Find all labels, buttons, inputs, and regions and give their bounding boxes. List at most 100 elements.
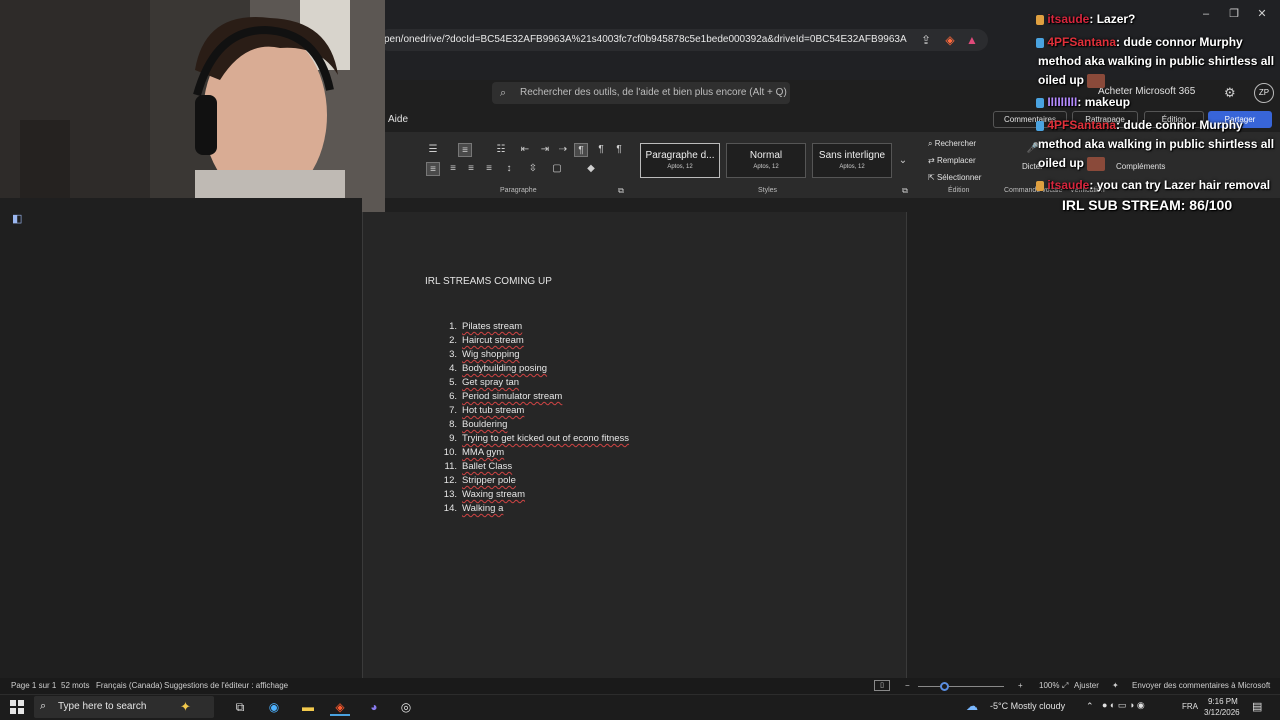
task-view-icon[interactable]: ⧉ <box>230 698 250 716</box>
list-text[interactable]: Haircut stream <box>462 335 524 346</box>
list-item[interactable]: 10. MMA gym <box>440 446 629 460</box>
borders-icon[interactable]: ▢ <box>550 162 564 176</box>
input-language[interactable]: FRA <box>1182 702 1198 711</box>
paragraph-dialog-launcher-icon[interactable]: ⧉ <box>614 184 628 198</box>
list-item[interactable]: 5. Get spray tan <box>440 376 629 390</box>
clock-date[interactable]: 3/12/2026 <box>1204 708 1240 717</box>
list-text[interactable]: Walking a <box>462 503 503 514</box>
list-text[interactable]: Bodybuilding posing <box>462 363 547 374</box>
brave-shield-icon[interactable]: ◈ <box>942 32 958 48</box>
view-mode-icon[interactable]: ▯ <box>874 680 890 691</box>
align-right-icon[interactable]: ≡ <box>464 162 478 176</box>
windows-start-icon[interactable] <box>10 700 24 714</box>
brave-rewards-icon[interactable]: ▲ <box>964 32 980 48</box>
clock-time[interactable]: 9:16 PM <box>1208 697 1238 706</box>
close-icon[interactable]: ✕ <box>1252 6 1272 22</box>
style-normal[interactable]: Normal Aptos, 12 <box>726 143 806 178</box>
list-item[interactable]: 1. Pilates stream <box>440 320 629 334</box>
language-status[interactable]: Français (Canada) <box>96 681 162 690</box>
list-item[interactable]: 6. Period simulator stream <box>440 390 629 404</box>
ltr-icon[interactable]: ⇢ <box>556 143 570 157</box>
select-button[interactable]: ⇱ Sélectionner <box>928 173 981 182</box>
find-button[interactable]: ⌕ Rechercher <box>928 139 976 149</box>
zoom-in-icon[interactable]: + <box>1018 681 1023 690</box>
align-left-icon[interactable]: ≡ <box>426 162 440 176</box>
obs-icon[interactable]: ◎ <box>396 698 416 716</box>
fit-button[interactable]: Ajuster <box>1074 681 1099 690</box>
align-center-icon[interactable]: ≡ <box>446 162 460 176</box>
numbering-icon[interactable]: ≡ <box>458 143 472 157</box>
maximize-icon[interactable]: ❐ <box>1224 6 1244 22</box>
style-heading[interactable]: Paragraphe d... Aptos, 12 <box>640 143 720 178</box>
list-text[interactable]: Bouldering <box>462 419 507 430</box>
fit-icon[interactable]: ⤢ <box>1062 681 1068 691</box>
zoom-slider[interactable] <box>918 686 1004 687</box>
bullets-icon[interactable]: ☰ <box>426 143 440 157</box>
styles-expand-icon[interactable]: ⌄ <box>896 154 910 168</box>
paragraph-spacing-icon[interactable]: ⇳ <box>526 162 540 176</box>
list-text[interactable]: Wig shopping <box>462 349 520 360</box>
zoom-out-icon[interactable]: − <box>905 681 910 690</box>
list-item[interactable]: 12. Stripper pole <box>440 474 629 488</box>
list-text[interactable]: Ballet Class <box>462 461 512 472</box>
pilcrow-icon[interactable]: ¶ <box>612 143 626 157</box>
sparkle-icon[interactable]: ✦ <box>180 699 191 715</box>
list-item[interactable]: 8. Bouldering <box>440 418 629 432</box>
word-count[interactable]: 52 mots <box>61 681 89 690</box>
search-input[interactable]: Rechercher des outils, de l'aide et bien… <box>492 82 790 104</box>
list-item[interactable]: 7. Hot tub stream <box>440 404 629 418</box>
left-pane <box>0 198 362 676</box>
justify-icon[interactable]: ≡ <box>482 162 496 176</box>
increase-indent-icon[interactable]: ⇥ <box>538 143 552 157</box>
avatar[interactable]: ZP <box>1254 83 1274 103</box>
list-item[interactable]: 3. Wig shopping <box>440 348 629 362</box>
address-bar[interactable]: pen/onedrive/?docId=BC54E32AFB9963A%21s4… <box>378 29 988 51</box>
show-marks-icon[interactable]: ¶ <box>574 143 588 157</box>
list-text[interactable]: Trying to get kicked out of econo fitnes… <box>462 433 629 444</box>
zoom-level[interactable]: 100% <box>1039 681 1059 690</box>
styles-dialog-launcher-icon[interactable]: ⧉ <box>898 184 912 198</box>
list-text[interactable]: MMA gym <box>462 447 504 458</box>
list-item[interactable]: 4. Bodybuilding posing <box>440 362 629 376</box>
list-text[interactable]: Get spray tan <box>462 377 519 388</box>
line-spacing-icon[interactable]: ↕ <box>502 162 516 176</box>
list-text[interactable]: Stripper pole <box>462 475 516 486</box>
chat-message-cont: oiled up <box>1038 73 1106 88</box>
list-text[interactable]: Period simulator stream <box>462 391 562 402</box>
minimize-icon[interactable]: – <box>1196 6 1216 22</box>
notification-icon[interactable]: ▤ <box>1252 700 1262 713</box>
list-text[interactable]: Waxing stream <box>462 489 525 500</box>
tray-icons[interactable]: ● ◐ ▭ ◑ ◉ <box>1102 700 1145 711</box>
replace-button[interactable]: ⇄ Remplacer <box>928 156 976 165</box>
editor-suggestions[interactable]: Suggestions de l'éditeur : affichage <box>164 681 288 690</box>
shading-icon[interactable]: ◆ <box>584 162 598 176</box>
copilot-icon[interactable]: ◉ <box>264 698 284 716</box>
discord-icon[interactable]: ◕ <box>364 698 384 716</box>
addins-button[interactable]: Compléments <box>1116 162 1165 171</box>
decrease-indent-icon[interactable]: ⇤ <box>518 143 532 157</box>
multilevel-list-icon[interactable]: ☷ <box>494 143 508 157</box>
gear-icon[interactable]: ⚙ <box>1224 85 1236 101</box>
list-item[interactable]: 11. Ballet Class <box>440 460 629 474</box>
rtl-icon[interactable]: ¶ <box>594 143 608 157</box>
list-text[interactable]: Hot tub stream <box>462 405 524 416</box>
chevron-up-icon[interactable]: ⌃ <box>1086 701 1094 712</box>
editing-group-label: Édition <box>948 187 970 194</box>
zoom-slider-thumb[interactable] <box>940 682 949 691</box>
tab-aide[interactable]: Aide <box>388 114 408 125</box>
numbered-list[interactable]: 1. Pilates stream 2. Haircut stream 3. Wig sh… <box>440 320 629 516</box>
list-item[interactable]: 14. Walking a <box>440 502 629 516</box>
feedback-link[interactable]: Envoyer des commentaires à Microsoft <box>1132 681 1270 690</box>
list-item[interactable]: 13. Waxing stream <box>440 488 629 502</box>
document-heading[interactable]: IRL STREAMS COMING UP <box>425 276 552 287</box>
list-item[interactable]: 2. Haircut stream <box>440 334 629 348</box>
file-explorer-icon[interactable]: ▬ <box>298 698 318 716</box>
share-page-icon[interactable]: ⇪ <box>918 32 934 48</box>
list-text[interactable]: Pilates stream <box>462 321 522 332</box>
page-count[interactable]: Page 1 sur 1 <box>11 681 56 690</box>
navigation-pane-icon[interactable]: ◧ <box>12 212 22 225</box>
style-no-spacing[interactable]: Sans interligne Aptos, 12 <box>812 143 892 178</box>
list-item[interactable]: 9. Trying to get kicked out of econo fitn… <box>440 432 629 446</box>
brave-browser-icon[interactable]: ◈ <box>330 698 350 716</box>
weather-widget[interactable]: -5°C Mostly cloudy <box>990 701 1065 711</box>
